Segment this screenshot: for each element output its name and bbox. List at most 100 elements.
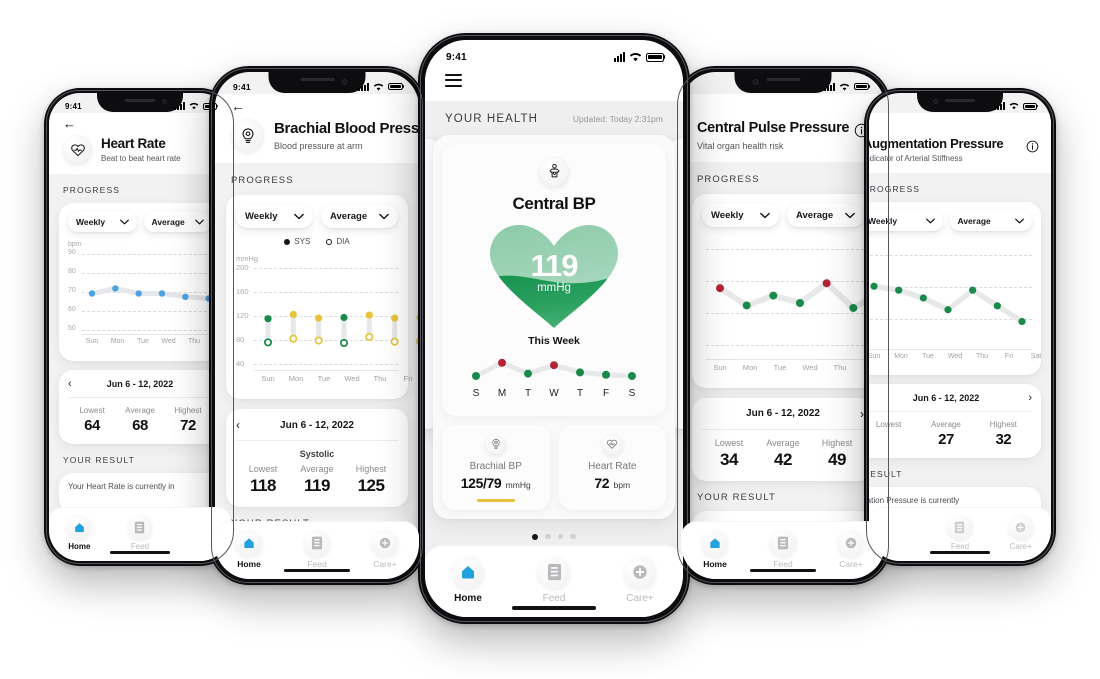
data-point	[742, 300, 751, 309]
x-tick-label: F	[602, 387, 610, 399]
mini-card-brachial-bp[interactable]: Brachial BP 125/79 mmHg	[442, 424, 550, 510]
phone-augmentation-pressure: 9:41 ← Augmentation Pressure Indicator o…	[864, 88, 1056, 566]
home-icon	[710, 538, 720, 549]
chevron-down-icon	[845, 212, 855, 218]
aggregate-select[interactable]: Average	[787, 203, 864, 227]
stat-average-label: Average	[300, 464, 334, 474]
stat-highest-label: Highest	[355, 464, 387, 474]
back-arrow-icon[interactable]: ←	[63, 117, 217, 130]
prev-week-button[interactable]: ‹	[68, 378, 72, 390]
x-tick-label: Tue	[317, 374, 331, 383]
your-health-header: YOUR HEALTH Updated: Today 2:31pm	[445, 113, 663, 125]
tab-feed[interactable]: Feed	[947, 515, 972, 551]
wifi-icon	[189, 102, 199, 110]
tab-home[interactable]: Home	[67, 515, 92, 551]
stat-average-value: 68	[132, 417, 148, 434]
stat-highest-label: Highest	[821, 437, 853, 448]
sys-point	[264, 315, 272, 323]
progress-card: Weekly Average SunMonTueWedThuFriSat	[869, 202, 1041, 375]
period-select-value: Weekly	[711, 209, 744, 221]
tab-home[interactable]: Home	[236, 530, 262, 569]
stat-highest-value: 49	[828, 449, 846, 469]
prev-week-button[interactable]: ‹	[236, 418, 240, 432]
page-dot[interactable]	[557, 533, 564, 540]
aggregate-select[interactable]: Average	[143, 212, 212, 232]
page-title: Central Pulse Pressure	[697, 120, 850, 136]
next-week-button[interactable]: ›	[1028, 392, 1032, 404]
chevron-down-icon	[119, 219, 129, 225]
tab-care-plus[interactable]: Care+	[372, 530, 398, 569]
cellular-bars-icon	[358, 82, 369, 91]
result-text: Your Heart Rate is currently in	[68, 482, 175, 491]
tab-feed[interactable]: Feed	[304, 530, 330, 569]
hamburger-menu-icon[interactable]	[445, 74, 462, 87]
date-range-label: Jun 6 - 12, 2022	[912, 393, 980, 403]
central-bp-carousel-card[interactable]: Central BP 119 mmHg This Week S M T W T …	[433, 134, 675, 519]
tab-care-plus-label: Care+	[839, 559, 863, 569]
tab-care-plus[interactable]: Care+	[624, 556, 656, 604]
stats-row: Lowest Average 27 Highest 32	[869, 420, 1032, 448]
home-icon	[462, 566, 474, 579]
data-point	[524, 369, 532, 378]
tab-care-plus[interactable]: Care+	[838, 530, 864, 569]
legend-dia-label: DIA	[336, 237, 350, 246]
period-select-value: Weekly	[869, 216, 898, 226]
tab-feed[interactable]: Feed	[770, 530, 796, 569]
x-tick-label: Sun	[869, 353, 881, 360]
carousel-page-dots[interactable]	[425, 533, 683, 540]
mini-card-heart-rate[interactable]: Heart Rate 72 bpm	[558, 424, 666, 510]
stat-highest-value: 32	[995, 431, 1012, 448]
back-arrow-icon[interactable]: ←	[231, 99, 403, 113]
x-tick-label: S	[628, 387, 636, 399]
stat-average-value: 42	[774, 449, 792, 469]
tab-home[interactable]: Home	[702, 530, 728, 569]
tab-care-plus-label: Care+	[373, 559, 397, 569]
date-range-label: Jun 6 - 12, 2022	[746, 408, 820, 419]
x-tick-label: Sat	[1030, 353, 1042, 360]
x-tick-label: Thu	[187, 338, 201, 345]
period-select[interactable]: Weekly	[869, 211, 943, 231]
progress-card: Weekly Average SunMonTueWedThuFriSat	[692, 193, 884, 388]
stat-lowest-value: 34	[720, 449, 738, 469]
this-week-mini-chart: SMTWTFS	[452, 354, 656, 402]
data-point	[135, 290, 142, 297]
x-tick-label: M	[497, 387, 507, 399]
tab-feed-label: Feed	[130, 542, 150, 551]
period-select[interactable]: Weekly	[236, 205, 313, 228]
date-range-label: Jun 6 - 12, 2022	[280, 419, 354, 431]
grid-line	[706, 248, 864, 250]
wifi-icon	[629, 52, 642, 62]
page-dot[interactable]	[545, 533, 551, 540]
date-nav: ‹ Jun 6 - 12, 2022 ›	[236, 418, 398, 432]
tab-care-plus[interactable]: Care+	[1008, 515, 1033, 551]
y-tick-label: 160	[236, 287, 249, 296]
status-bar: 9:41	[215, 72, 419, 94]
stat-lowest-label: Lowest	[248, 464, 278, 474]
data-point	[498, 358, 506, 367]
aggregate-select-value: Average	[957, 216, 991, 226]
tab-home[interactable]: Home	[452, 556, 484, 604]
y-tick-label: 80	[68, 268, 76, 275]
sys-point	[289, 310, 297, 319]
y-tick-label: 200	[236, 263, 249, 272]
data-point	[822, 278, 831, 287]
aggregate-select[interactable]: Average	[949, 211, 1032, 231]
tab-feed[interactable]: Feed	[538, 556, 570, 604]
page-dot[interactable]	[570, 533, 576, 540]
data-point	[112, 285, 119, 292]
your-health-title: YOUR HEALTH	[445, 112, 539, 125]
period-select[interactable]: Weekly	[68, 212, 137, 232]
aggregate-select[interactable]: Average	[321, 205, 398, 228]
info-circle-icon[interactable]	[1026, 140, 1039, 153]
x-tick-label: Sun	[85, 338, 99, 345]
stat-average: Average 68	[116, 406, 164, 434]
page-dot[interactable]	[532, 533, 539, 540]
data-point	[88, 290, 96, 297]
stat-lowest-label: Lowest	[875, 420, 902, 429]
x-tick-label: W	[549, 387, 559, 399]
app-header: ← Augmentation Pressure Indicator of Art…	[869, 113, 1051, 173]
period-select[interactable]: Weekly	[702, 203, 779, 227]
aggregate-select-value: Average	[330, 211, 368, 222]
tab-feed[interactable]: Feed	[127, 515, 152, 551]
stat-average-label: Average	[125, 406, 155, 415]
